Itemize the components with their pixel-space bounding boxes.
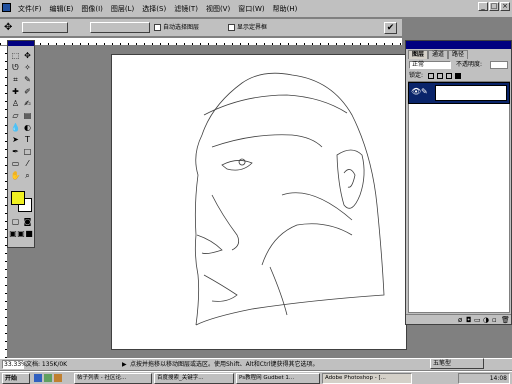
menu-help[interactable]: 帮助(H) xyxy=(269,4,302,14)
menu-bar: 文件(F) 编辑(E) 图像(I) 图层(L) 选择(S) 滤镜(T) 视图(V… xyxy=(0,0,512,18)
close-button[interactable]: × xyxy=(500,2,510,11)
show-bounds-label: 显示定界框 xyxy=(237,24,268,31)
tool-zoom-icon[interactable]: ⌕ xyxy=(22,171,33,181)
doc-size-info[interactable]: 文档: 135K/0K xyxy=(26,361,67,369)
zoom-level-field[interactable]: 33.33% xyxy=(2,360,27,369)
new-layer-icon[interactable]: ▫ xyxy=(492,316,497,324)
tool-brush-icon[interactable]: ✐ xyxy=(22,87,33,97)
layer-style-icon[interactable]: ø xyxy=(458,316,462,324)
tool-eyedropper-icon[interactable]: ⁄ xyxy=(22,159,33,169)
options-bar: ✥ 自动选择图层 显示定界框 ✔ xyxy=(0,19,402,37)
toolbox-titlebar xyxy=(8,41,34,46)
taskbar-item-photoshop[interactable]: Adobe Photoshop - [... xyxy=(322,373,412,384)
tool-crop-icon[interactable]: ⌗ xyxy=(10,75,21,85)
screen-mode-standard-icon[interactable]: ▣ xyxy=(9,229,17,239)
quicklaunch-media-icon[interactable] xyxy=(54,374,62,382)
tool-blur-icon[interactable]: 💧 xyxy=(10,123,21,133)
layers-list xyxy=(408,81,510,313)
quicklaunch-ie-icon[interactable] xyxy=(34,374,42,382)
layers-palette: 图层 通道 路径 正常 不透明度: 锁定: 👁 ✎ ø ◘ ▭ ◑ ▫ 🗑 xyxy=(405,40,512,325)
menu-filter[interactable]: 滤镜(T) xyxy=(170,4,202,14)
opacity-label: 不透明度: xyxy=(456,61,483,68)
adjustment-layer-icon[interactable]: ◑ xyxy=(483,316,489,324)
menu-view[interactable]: 视图(V) xyxy=(202,4,234,14)
layers-titlebar xyxy=(406,41,511,49)
taskbar: 开始 帖子列表 - 社区论... 百度搜索_关键字... Ps教程网 Gudbe… xyxy=(0,371,512,384)
face-line-drawing xyxy=(194,72,385,326)
layer-thumbnail xyxy=(435,85,507,101)
menu-image[interactable]: 图像(I) xyxy=(77,4,107,14)
tool-gradient-icon[interactable]: ▤ xyxy=(22,111,33,121)
document-canvas[interactable] xyxy=(111,54,407,350)
layer-brush-icon: ✎ xyxy=(421,87,428,96)
foreground-color-swatch[interactable] xyxy=(11,191,25,205)
lock-image-icon[interactable] xyxy=(437,73,443,79)
tool-magic-wand-icon[interactable]: ✧ xyxy=(22,63,33,73)
tool-type-icon[interactable]: T xyxy=(22,135,33,145)
tool-move-icon[interactable]: ✥ xyxy=(22,51,33,61)
layer-row-background[interactable]: 👁 ✎ xyxy=(408,82,510,104)
toolbox: ⬚ ✥ ᘎ ✧ ⌗ ✎ ✚ ✐ ♙ ✍ ▱ ▤ 💧 ◐ ➤ T ✒ □ ▭ ⁄ … xyxy=(7,40,35,248)
ime-label: 五笔型 xyxy=(433,360,452,367)
layers-bottom-bar: ø ◘ ▭ ◑ ▫ 🗑 xyxy=(406,314,511,324)
menu-file[interactable]: 文件(F) xyxy=(14,4,46,14)
start-label: 开始 xyxy=(5,375,18,382)
taskbar-item-3[interactable]: Ps教程网 Gudbet 1... xyxy=(236,373,320,384)
menu-layer[interactable]: 图层(L) xyxy=(107,4,138,14)
screen-mode-full-icon[interactable]: ■ xyxy=(25,229,33,239)
auto-select-label: 自动选择图层 xyxy=(163,24,200,31)
new-set-icon[interactable]: ▭ xyxy=(474,316,481,324)
ruler-horizontal xyxy=(0,38,402,46)
tool-path-select-icon[interactable]: ➤ xyxy=(10,135,21,145)
tool-eraser-icon[interactable]: ▱ xyxy=(10,111,21,121)
commit-check-icon[interactable]: ✔ xyxy=(384,22,397,34)
lock-label: 锁定: xyxy=(409,72,424,79)
tray-clock: 14:08 xyxy=(489,375,507,382)
minimize-button[interactable]: _ xyxy=(478,2,488,11)
opacity-input[interactable] xyxy=(490,61,508,69)
tool-notes-icon[interactable]: ▭ xyxy=(10,159,21,169)
tool-history-brush-icon[interactable]: ✍ xyxy=(22,99,33,109)
tool-hand-icon[interactable]: ✋ xyxy=(10,171,21,181)
app-icon xyxy=(2,3,11,12)
taskbar-item-2[interactable]: 百度搜索_关键字... xyxy=(154,373,234,384)
lock-transparency-icon[interactable] xyxy=(428,73,434,79)
lock-all-icon[interactable] xyxy=(455,73,461,79)
menu-edit[interactable]: 编辑(E) xyxy=(46,4,78,14)
tool-stamp-icon[interactable]: ♙ xyxy=(10,99,21,109)
quick-mask-standard-icon[interactable]: ▢ xyxy=(10,217,21,227)
menu-select[interactable]: 选择(S) xyxy=(138,4,170,14)
tab-layers[interactable]: 图层 xyxy=(408,50,429,59)
align-button-group[interactable] xyxy=(22,22,68,33)
move-tool-icon[interactable]: ✥ xyxy=(4,22,16,34)
tab-paths[interactable]: 路径 xyxy=(448,50,469,59)
layer-visibility-eye-icon[interactable]: 👁 xyxy=(411,87,421,97)
tool-shape-icon[interactable]: □ xyxy=(22,147,33,157)
tool-pen-icon[interactable]: ✒ xyxy=(10,147,21,157)
tool-lasso-icon[interactable]: ᘎ xyxy=(10,63,21,73)
tool-slice-icon[interactable]: ✎ xyxy=(22,75,33,85)
maximize-button[interactable]: □ xyxy=(489,2,499,11)
layer-mask-icon[interactable]: ◘ xyxy=(466,316,472,324)
menu-window[interactable]: 窗口(W) xyxy=(234,4,268,14)
delete-layer-icon[interactable]: 🗑 xyxy=(501,316,510,324)
tool-healing-icon[interactable]: ✚ xyxy=(10,87,21,97)
status-hint-text: 点按并拖移以移动图层或选区。使用Shift、Alt和Ctrl键获得其它选项。 xyxy=(130,361,319,368)
tab-channels[interactable]: 通道 xyxy=(428,50,449,59)
tool-dodge-icon[interactable]: ◐ xyxy=(22,123,33,133)
taskbar-item-1[interactable]: 帖子列表 - 社区论... xyxy=(74,373,152,384)
status-arrow-icon[interactable]: ▶ xyxy=(122,361,127,368)
system-tray: 14:08 xyxy=(458,373,510,384)
show-bounds-checkbox[interactable] xyxy=(228,24,235,31)
tool-marquee-icon[interactable]: ⬚ xyxy=(10,51,21,61)
blend-mode-select[interactable]: 正常 xyxy=(409,61,451,69)
ime-toolbar[interactable]: 五笔型 xyxy=(430,358,484,369)
screen-mode-full-menu-icon[interactable]: ▣ xyxy=(17,229,25,239)
distribute-button-group[interactable] xyxy=(90,22,150,33)
start-button[interactable]: 开始 xyxy=(2,373,30,384)
quick-mask-icon[interactable]: ◙ xyxy=(22,217,33,227)
auto-select-checkbox[interactable] xyxy=(154,24,161,31)
quicklaunch-desktop-icon[interactable] xyxy=(44,374,52,382)
lock-position-icon[interactable] xyxy=(446,73,452,79)
